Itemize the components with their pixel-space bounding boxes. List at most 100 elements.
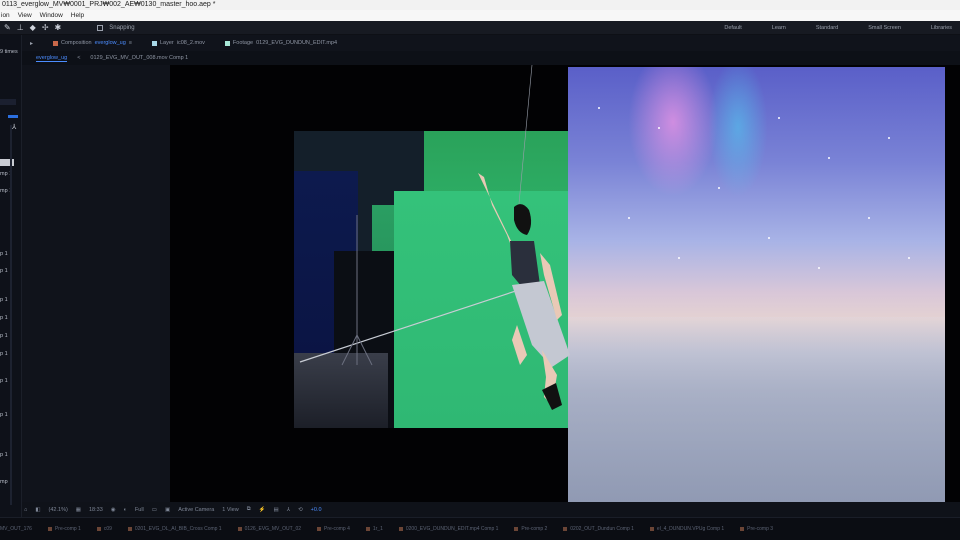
timeline-tab[interactable]: MV_OUT_176 bbox=[0, 526, 32, 532]
sky-star bbox=[828, 157, 830, 159]
menu-item-view[interactable]: View bbox=[18, 12, 32, 19]
tab-footage-name: 0129_EVG_DUNDUN_EDIT.mp4 bbox=[256, 40, 338, 46]
workspace-libraries[interactable]: Libraries bbox=[931, 25, 952, 31]
tab-footage[interactable]: Footage 0129_EVG_DUNDUN_EDIT.mp4 bbox=[224, 40, 338, 46]
timeline-tab-label: MV_OUT_176 bbox=[0, 526, 32, 532]
tab-prefix: Footage bbox=[232, 40, 254, 46]
project-item[interactable]: p 1 bbox=[0, 251, 8, 257]
project-item[interactable]: p 1 bbox=[0, 378, 8, 384]
viewer-panel-tabs: ▸ Composition everglow_ug ≡ Layer ic08_2… bbox=[22, 35, 960, 51]
snapping-checkbox[interactable] bbox=[97, 24, 104, 31]
view-layout-select[interactable]: 1 View bbox=[222, 507, 238, 513]
magnification-value[interactable]: (42.1%) bbox=[49, 507, 68, 513]
menu-item-help[interactable]: Help bbox=[71, 12, 84, 19]
comp-icon bbox=[47, 527, 52, 531]
project-item[interactable]: p 1 bbox=[0, 297, 8, 303]
sky-star bbox=[718, 187, 720, 189]
region-of-interest-icon[interactable]: ▭ bbox=[152, 507, 157, 513]
project-item[interactable]: p 1 bbox=[0, 351, 8, 357]
comp-icon bbox=[365, 527, 370, 531]
project-item[interactable]: p 1 bbox=[0, 412, 8, 418]
pen-tool-icon[interactable]: ✎ bbox=[4, 21, 11, 35]
resolution-select[interactable]: Full bbox=[135, 507, 144, 513]
timeline-tab[interactable]: el_4_DUNDUN.VPUg Comp 1 bbox=[649, 526, 725, 532]
window-title: 0113_everglow_MV₩0001_PRJ₩002_AE₩0130_ma… bbox=[0, 0, 960, 10]
grid-icon[interactable]: ▦ bbox=[76, 507, 81, 513]
menu-item-animation[interactable]: ion bbox=[1, 12, 10, 19]
roto-brush-icon[interactable]: ✢ bbox=[42, 21, 49, 35]
tab-layer[interactable]: Layer ic08_2.mov bbox=[152, 40, 205, 46]
tab-prefix: Layer bbox=[160, 40, 174, 46]
comp-icon bbox=[127, 527, 132, 531]
tab-composition[interactable]: Composition everglow_ug ≡ bbox=[53, 40, 132, 46]
menu-bar: ion View Window Help bbox=[0, 10, 960, 21]
workspace-small-screen[interactable]: Small Screen bbox=[868, 25, 901, 31]
timeline-icon[interactable]: ▤ bbox=[273, 507, 278, 513]
menu-item-window[interactable]: Window bbox=[40, 12, 63, 19]
footage-green-wall bbox=[394, 191, 568, 428]
always-preview-icon[interactable]: ⌂ bbox=[24, 507, 27, 513]
timeline-tab[interactable]: 0200_EVG_DUNDUN_EDIT.mp4 Comp 1 bbox=[398, 526, 499, 532]
sky-star bbox=[868, 217, 870, 219]
transparency-grid-icon[interactable]: ▣ bbox=[165, 507, 170, 513]
sky-star bbox=[658, 127, 660, 129]
timeline-tab[interactable]: 0202_OUT_Dundun Comp 1 bbox=[563, 526, 634, 532]
project-item[interactable]: p 1 bbox=[0, 333, 8, 339]
mask-toggle-icon[interactable]: ◧ bbox=[35, 507, 40, 513]
timeline-tab[interactable]: 1r_1 bbox=[365, 526, 383, 532]
reset-exposure-icon[interactable]: ⟲ bbox=[298, 507, 303, 513]
snapshot-icon[interactable]: ◉ bbox=[111, 507, 116, 513]
timeline-tab[interactable]: c09 bbox=[96, 526, 112, 532]
footage-icon bbox=[224, 40, 230, 46]
puppet-pin-icon[interactable]: ✱ bbox=[55, 21, 62, 35]
camera-select[interactable]: Active Camera bbox=[178, 507, 214, 513]
tab-composition-name: everglow_ug bbox=[94, 40, 126, 46]
breadcrumb-item[interactable]: 0129_EVG_MV_OUT_008.mov Comp 1 bbox=[90, 55, 188, 61]
workspace-standard[interactable]: Standard bbox=[816, 25, 838, 31]
search-field[interactable] bbox=[0, 99, 16, 105]
workspace-default[interactable]: Default bbox=[724, 25, 741, 31]
pasteboard bbox=[22, 65, 170, 502]
project-item[interactable]: p 1 bbox=[0, 452, 8, 458]
timeline-tab-label: 0126_EVG_MV_OUT_02 bbox=[244, 526, 302, 532]
panel-scroll-indicator[interactable] bbox=[8, 115, 18, 118]
project-item[interactable]: p 1 bbox=[0, 268, 8, 274]
panel-menu-icon[interactable]: ▸ bbox=[30, 40, 33, 47]
project-item[interactable]: p 1 bbox=[0, 315, 8, 321]
current-time[interactable]: 18:33 bbox=[89, 507, 103, 513]
sky-star bbox=[768, 237, 770, 239]
timeline-tab-label: el_4_DUNDUN.VPUg Comp 1 bbox=[656, 526, 725, 532]
breadcrumb-current[interactable]: everglow_ug bbox=[36, 55, 68, 62]
composition-viewer[interactable] bbox=[22, 65, 960, 502]
sky-star bbox=[908, 257, 910, 259]
eraser-tool-icon[interactable]: ◆ bbox=[30, 21, 36, 35]
timeline-tab[interactable]: Pre-comp 2 bbox=[514, 526, 547, 532]
comp-icon bbox=[237, 527, 242, 531]
timeline-tab[interactable]: Pre-comp 1 bbox=[47, 526, 81, 532]
flowchart-icon[interactable]: ⅄ bbox=[12, 123, 16, 131]
sky-background-layer[interactable] bbox=[568, 67, 945, 502]
panel-scrollbar[interactable] bbox=[10, 125, 12, 505]
fast-previews-icon[interactable]: ⚡ bbox=[259, 507, 266, 513]
workspace-learn[interactable]: Learn bbox=[772, 25, 786, 31]
footage-floor bbox=[294, 353, 388, 428]
timeline-tab-label: 0200_EVG_DUNDUN_EDIT.mp4 Comp 1 bbox=[405, 526, 499, 532]
timeline-tab[interactable]: 0126_EVG_MV_OUT_02 bbox=[237, 526, 302, 532]
timeline-tab[interactable]: 0201_EVG_DL_AI_BIB_Cross Comp 1 bbox=[127, 526, 222, 532]
timeline-tab[interactable]: Pre-comp 3 bbox=[740, 526, 773, 532]
timeline-tab-label: Pre-comp 4 bbox=[324, 526, 350, 532]
flowchart-view-icon[interactable]: ⅄ bbox=[287, 507, 290, 513]
layer-icon bbox=[152, 40, 157, 46]
show-channel-icon[interactable]: ◐ bbox=[124, 507, 127, 513]
stamp-tool-icon[interactable]: ⊥ bbox=[17, 21, 24, 35]
greenscreen-footage[interactable] bbox=[294, 131, 568, 428]
exposure-value[interactable]: +0.0 bbox=[311, 507, 322, 513]
project-item[interactable]: mp bbox=[0, 479, 8, 485]
pixel-aspect-icon[interactable]: ⧉ bbox=[247, 506, 251, 513]
comp-icon bbox=[317, 527, 322, 531]
tab-menu-icon[interactable]: ≡ bbox=[129, 40, 132, 46]
comp-icon bbox=[563, 527, 568, 531]
timeline-tab-label: Pre-comp 3 bbox=[747, 526, 774, 532]
comp-icon bbox=[96, 527, 101, 531]
timeline-tab[interactable]: Pre-comp 4 bbox=[317, 526, 350, 532]
